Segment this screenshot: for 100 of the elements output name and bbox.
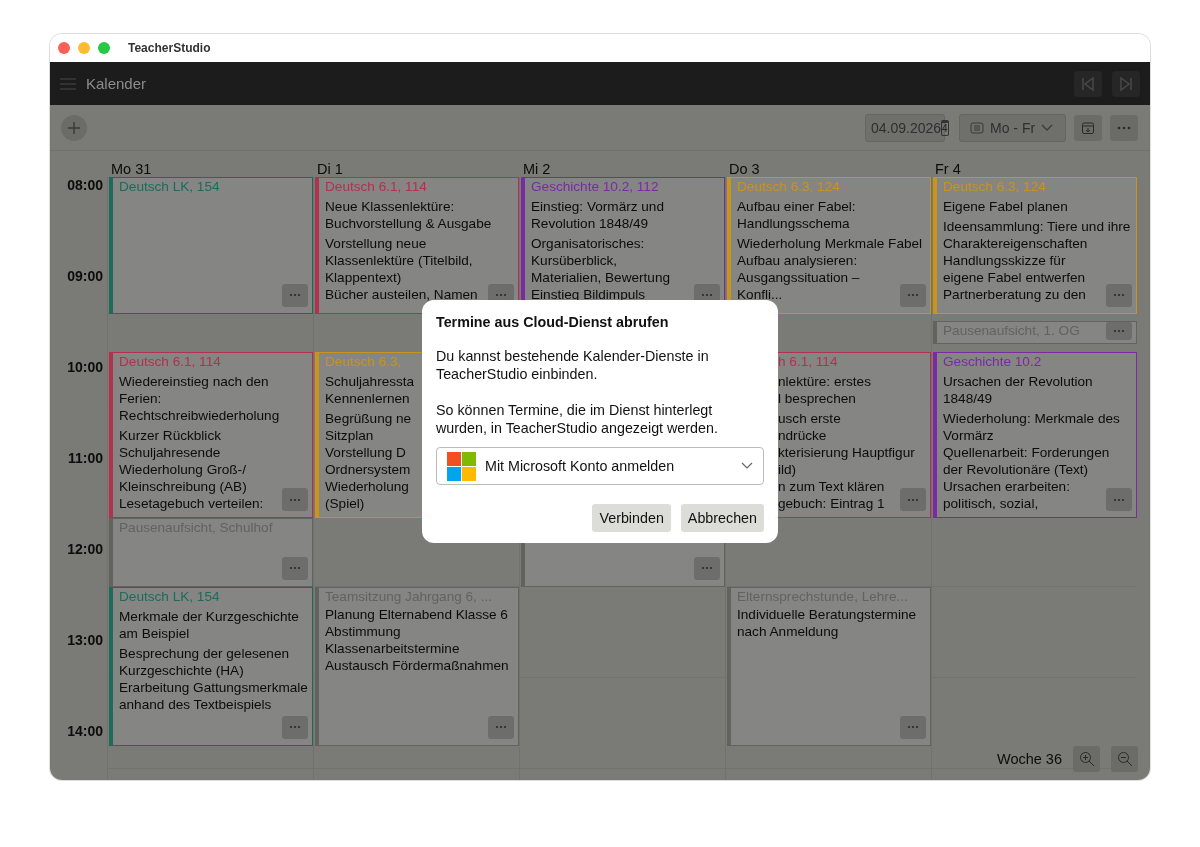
event-note: usch erste (778, 409, 841, 427)
event-note: ndrücke (778, 426, 827, 444)
day-heading: Di 1 (317, 161, 343, 177)
event-topic: Neue Klassenlektüre: Buchvorstellung & Ausgabe (325, 198, 493, 232)
event-topic: l besprechen (778, 389, 856, 407)
event-card[interactable]: Deutsch LK, 154 Merkmale der Kurzgeschichte am Beispiel Besprechung der gelesenen Kurzgeschichte (HA) Erarbeitung Gattungsmerkmale anhand des Textbeispiels (109, 586, 313, 746)
event-note: Ideensammlung: Tiere und ihre Charaktereigenschaften (943, 218, 1132, 252)
calendar-icon (1081, 120, 1095, 135)
close-window-button[interactable] (58, 42, 70, 54)
more-icon (1113, 328, 1125, 333)
today-button[interactable] (1074, 114, 1102, 141)
more-icon (495, 725, 507, 730)
event-note: Wiederholung Groß-/ Kleinschreibung (AB) (119, 460, 248, 495)
event-note: Planung Elternabend Klasse 6 (325, 605, 508, 623)
add-button[interactable] (61, 114, 87, 141)
event-title: Geschichte 10.2, 112 (531, 178, 659, 196)
event-note: Wiederholung (325, 477, 409, 495)
skip-forward-icon (1118, 75, 1134, 92)
event-note: Ursachen erarbeiten: politisch, sozial, (943, 477, 1071, 512)
day-heading: Mi 2 (523, 161, 551, 177)
event-note: Bücher austeilen, Namen (325, 286, 478, 303)
event-note: kterisierung Hauptfigur (778, 443, 915, 461)
event-topic: Aufbau einer Fabel: Handlungsschema (737, 198, 857, 232)
next-button[interactable] (1112, 70, 1140, 97)
day-heading: Fr 4 (935, 161, 961, 177)
columns-icon (970, 120, 984, 135)
day-heading: Do 3 (729, 161, 760, 177)
event-card[interactable]: Deutsch 6.1, 114 Neue Klassenlektüre: Buchvorstellung & Ausgabe Vorstellung neue Klassenlektüre (Titelbild, Klappentext) Bücher austeilen, Namen (315, 177, 519, 314)
hour-label: 08:00 (67, 177, 103, 193)
hour-label: 14:00 (67, 723, 103, 739)
page-title: Kalender (86, 75, 147, 92)
more-icon (907, 497, 919, 502)
hour-label: 13:00 (67, 632, 103, 648)
event-note: Wiederholung: Merkmale des Vormärz (943, 409, 1121, 444)
event-note: Vorstellung D (325, 443, 406, 461)
event-title: Deutsch 6.1, 114 (325, 178, 427, 196)
minimize-window-button[interactable] (78, 42, 90, 54)
more-button[interactable] (1106, 321, 1132, 340)
event-note: Erarbeitung Gattungsmerkmale anhand des Textbeispiels (119, 678, 308, 713)
event-note: Besprechung der gelesenen Kurzgeschichte (HA) (119, 644, 291, 679)
plus-icon (67, 120, 81, 135)
hour-label: 11:00 (67, 450, 103, 466)
event-topic: Schuljahressta (325, 372, 415, 390)
more-icon (701, 293, 713, 297)
event-note: Lesetagebuch verteilen: (119, 494, 264, 512)
more-icon (289, 725, 301, 730)
hour-label: 10:00 (67, 359, 103, 375)
event-note: Austausch Fördermaßnahmen (325, 656, 509, 674)
range-dropdown[interactable]: Mo - Fr (959, 113, 1066, 142)
event-topic: Kennenlernen (325, 389, 410, 407)
event-title: Deutsch LK, 154 (119, 587, 220, 606)
dialog-button[interactable]: Verbinden (592, 504, 671, 532)
more-icon (1113, 293, 1125, 297)
zoom-out-icon (1116, 751, 1133, 767)
event-note: Vorstellung neue Klassenlektüre (Titelbild, Klappentext) (325, 235, 474, 286)
event-note: Organisatorisches: Kursüberblick, Materialien, Bewertung (531, 235, 672, 286)
event-note: Handlungsskizze für eigene Fabel entwerfen (943, 252, 1087, 286)
more-icon (701, 566, 713, 570)
event-title: Deutsch 6.3, (325, 352, 402, 371)
more-icon (907, 293, 919, 297)
event-topic: Ursachen der Revolution 1848/49 (943, 372, 1094, 407)
event-card[interactable]: Geschichte 10.2 Ursachen der Revolution 1848/49 Wiederholung: Merkmale des Vormärz Quellenarbeit: Forderungen der Revolutionäre (Text) Ursachen erarbeiten: politisch, sozial, (933, 351, 1137, 519)
window-title: TeacherStudio (128, 41, 211, 55)
provider-dropdown[interactable]: Mit Microsoft Konto anmelden (436, 447, 764, 485)
previous-button[interactable] (1074, 70, 1102, 97)
event-note: Individuelle Beratungstermine nach Anmeldung (737, 605, 918, 640)
event-note: Einstieg Bildimpuls (531, 286, 646, 303)
dialog-button[interactable]: Abbrechen (680, 504, 764, 532)
event-topic: nlektüre: erstes (778, 372, 871, 390)
skip-back-icon (1080, 75, 1096, 92)
event-title: Geschichte 10.2 (943, 352, 1042, 371)
event-note: (Spiel) (325, 494, 365, 512)
more-icon (907, 725, 919, 730)
event-note: Quellenarbeit: Forderungen der Revolutionäre (Text) (943, 443, 1111, 478)
event-note: Abstimmung Klassenarbeitstermine (325, 622, 461, 657)
event-card[interactable]: Deutsch 6.3, 124 Eigene Fabel planen Ideensammlung: Tiere und ihre Charaktereigenschaften Handlungsskizze für eigene Fabel entwerfen Partnerberatung zu den (933, 177, 1137, 314)
event-note: Sitzplan (325, 426, 374, 444)
more-icon (495, 293, 507, 297)
zoom-in-icon (1078, 751, 1095, 767)
zoom-in-button[interactable] (1073, 746, 1100, 772)
zoom-out-button[interactable] (1111, 746, 1138, 772)
event-topic: Einstieg: Vormärz und Revolution 1848/49 (531, 198, 665, 232)
event-title: h 6.1, 114 (778, 352, 838, 371)
event-note: Kurzer Rückblick Schuljahresende (119, 426, 222, 461)
calendar-day-icon: 4 (941, 119, 949, 136)
event-card[interactable]: Deutsch 6.3, 124 Aufbau einer Fabel: Handlungsschema Wiederholung Merkmale Fabel Aufbau analysieren: Ausgangssituation – Konfli... (727, 177, 931, 314)
event-note: Ordnersystem (325, 460, 411, 478)
more-icon (289, 566, 301, 570)
event-note: n zum Text klären (778, 477, 885, 495)
event-card[interactable]: Deutsch 6.1, 114 Wiedereinstieg nach den Ferien: Rechtschreibwiederholung Kurzer Rückblick Schuljahresende Wiederholung Groß-/ Kleinschreibung (AB) Lesetagebuch verteilen: (109, 351, 313, 519)
chevron-down-icon (741, 462, 753, 470)
event-note: ild) (778, 460, 797, 478)
more-icon (1113, 497, 1125, 502)
dialog-title: Termine aus Cloud-Dienst abrufen (436, 314, 670, 330)
event-note: Partnerberatung zu den (943, 286, 1086, 303)
event-note: Begrüßung ne (325, 409, 412, 427)
more-icon (1117, 125, 1131, 130)
event-title: Deutsch 6.3, 124 (737, 178, 840, 196)
more-icon (289, 497, 301, 502)
zoom-window-button[interactable] (98, 42, 110, 54)
